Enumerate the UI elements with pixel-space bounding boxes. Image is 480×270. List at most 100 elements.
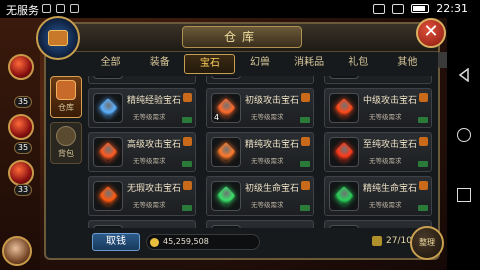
- home-icon[interactable]: [457, 128, 471, 142]
- tab-gift-packs[interactable]: 礼包: [334, 54, 383, 74]
- item-slot[interactable]: [206, 220, 314, 228]
- orb-level: 35: [14, 142, 32, 154]
- side-tab-warehouse[interactable]: 仓库: [50, 76, 82, 118]
- gem-icon: [93, 181, 123, 211]
- money-value: 45,259,508: [163, 237, 209, 246]
- gem-icon: [211, 225, 241, 228]
- chest-icon: [36, 16, 80, 60]
- left-hud: 35 35 33: [0, 18, 40, 270]
- item-slot[interactable]: 精纯攻击宝石无等级需求: [206, 132, 314, 172]
- item-slot-partial[interactable]: 3: [324, 76, 432, 84]
- item-name: 精纯经验宝石: [127, 96, 182, 106]
- tab-all[interactable]: 全部: [86, 54, 135, 74]
- skill-orb[interactable]: [8, 54, 34, 80]
- item-name: 无瑕攻击宝石: [127, 184, 182, 194]
- usable-mark-icon: [300, 205, 310, 211]
- item-slot[interactable]: 无瑕攻击宝石无等级需求: [88, 176, 196, 216]
- item-grid: 333精纯经验宝石无等级需求4初级攻击宝石无等级需求中级攻击宝石无等级需求高级攻…: [86, 76, 432, 228]
- warehouse-window: 仓库 ✕ 全部 装备 宝石 幻兽 消耗品 礼包 其他 仓库 背包 3 3 3 精纯经验…: [36, 16, 446, 260]
- item-requirement: 无等级需求: [251, 201, 284, 209]
- gem-icon: [93, 137, 123, 167]
- signal-icon: [392, 3, 405, 14]
- item-requirement: 无等级需求: [369, 113, 402, 121]
- item-slot[interactable]: 中级攻击宝石无等级需求: [324, 88, 432, 128]
- gem-icon: 3: [211, 76, 241, 79]
- item-count: 3: [332, 76, 337, 78]
- skill-orb[interactable]: [8, 114, 34, 140]
- item-requirement: 无等级需求: [133, 113, 166, 121]
- item-requirement: 无等级需求: [369, 157, 402, 165]
- close-button[interactable]: ✕: [416, 18, 446, 48]
- item-count: 3: [96, 76, 101, 78]
- item-slot-partial[interactable]: 3: [206, 76, 314, 84]
- bottom-bar: 取钱 45,259,508 27/106: [86, 232, 432, 254]
- bound-tag-icon: [301, 137, 310, 146]
- notification-icon: [42, 4, 51, 13]
- wifi-icon: [373, 3, 386, 14]
- item-name: 精纯攻击宝石: [245, 140, 300, 150]
- usable-mark-icon: [300, 117, 310, 123]
- item-name: 初级生命宝石: [245, 184, 300, 194]
- gem-icon: [329, 181, 359, 211]
- item-slot[interactable]: [88, 220, 196, 228]
- capacity-icon: [372, 236, 382, 246]
- item-slot[interactable]: 精纯生命宝石无等级需求: [324, 176, 432, 216]
- item-name: 高级攻击宝石: [127, 140, 182, 150]
- recent-apps-icon[interactable]: [457, 188, 471, 202]
- bound-tag-icon: [419, 93, 428, 102]
- coin-icon: [150, 238, 159, 247]
- sort-button[interactable]: 整理: [410, 226, 444, 260]
- item-slot[interactable]: 精纯经验宝石无等级需求: [88, 88, 196, 128]
- usable-mark-icon: [182, 205, 192, 211]
- item-slot[interactable]: 初级生命宝石无等级需求: [206, 176, 314, 216]
- orb-level: 35: [14, 96, 32, 108]
- item-requirement: 无等级需求: [369, 201, 402, 209]
- item-slot[interactable]: [324, 220, 432, 228]
- side-tab-backpack[interactable]: 背包: [50, 122, 82, 164]
- item-name: 精纯生命宝石: [363, 184, 418, 194]
- carrier-label: 无服务: [6, 4, 39, 17]
- tab-consumables[interactable]: 消耗品: [285, 54, 334, 74]
- gem-icon: [93, 225, 123, 228]
- usable-mark-icon: [182, 117, 192, 123]
- skill-orb[interactable]: [8, 160, 34, 186]
- tab-other[interactable]: 其他: [383, 54, 432, 74]
- tab-gems[interactable]: 宝石: [184, 54, 236, 74]
- item-requirement: 无等级需求: [251, 157, 284, 165]
- gem-icon: 3: [329, 76, 359, 79]
- back-icon[interactable]: [457, 68, 471, 82]
- item-requirement: 无等级需求: [133, 201, 166, 209]
- item-name: 中级攻击宝石: [363, 96, 418, 106]
- category-tabs: 全部 装备 宝石 幻兽 消耗品 礼包 其他: [86, 54, 432, 74]
- avatar[interactable]: [2, 236, 32, 266]
- backpack-icon: [56, 126, 76, 146]
- gem-icon: 3: [93, 76, 123, 79]
- gem-icon: [329, 137, 359, 167]
- item-slot[interactable]: 4 初级攻击宝石 无等级需求: [206, 88, 314, 128]
- notification-icon: [56, 4, 65, 13]
- bound-tag-icon: [301, 93, 310, 102]
- item-name: 至纯攻击宝石: [363, 140, 418, 150]
- item-slot-partial[interactable]: 3: [88, 76, 196, 84]
- item-count: 3: [214, 76, 219, 78]
- tab-equipment[interactable]: 装备: [135, 54, 184, 74]
- warehouse-icon: [56, 80, 76, 100]
- item-slot[interactable]: 高级攻击宝石 无等级需求: [88, 132, 196, 172]
- gem-icon: [93, 93, 123, 123]
- usable-mark-icon: [418, 205, 428, 211]
- gem-icon: [329, 93, 359, 123]
- gem-icon: [329, 225, 359, 228]
- window-title: 仓库: [182, 26, 302, 48]
- usable-mark-icon: [182, 161, 192, 167]
- bound-tag-icon: [183, 137, 192, 146]
- item-name: 初级攻击宝石: [245, 96, 300, 106]
- take-money-button[interactable]: 取钱: [92, 233, 140, 251]
- bound-tag-icon: [183, 181, 192, 190]
- item-count: 4: [214, 113, 220, 122]
- usable-mark-icon: [300, 161, 310, 167]
- tab-beasts[interactable]: 幻兽: [235, 54, 284, 74]
- gem-icon: 4: [211, 93, 241, 123]
- item-slot[interactable]: 至纯攻击宝石无等级需求: [324, 132, 432, 172]
- status-bar: 无服务 22:31: [0, 0, 480, 18]
- gem-icon: [211, 137, 241, 167]
